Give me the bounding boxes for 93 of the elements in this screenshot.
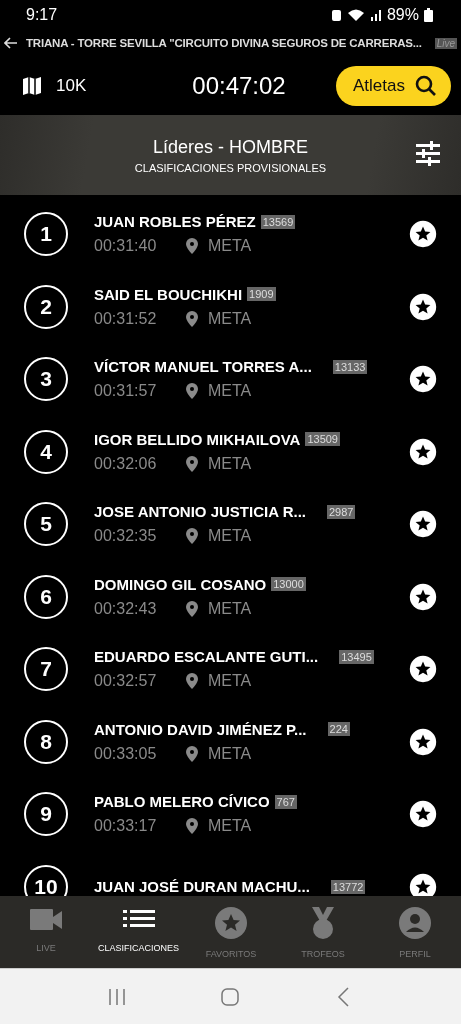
favorite-star-button[interactable] <box>409 655 437 684</box>
favorite-star-button[interactable] <box>409 292 437 321</box>
bib-number: 13000 <box>271 577 306 592</box>
position-circle: 7 <box>24 647 68 692</box>
favorite-star-button[interactable] <box>409 800 437 829</box>
leaders-title: Líderes - HOMBRE <box>152 136 308 158</box>
bib-number: 224 <box>327 722 350 737</box>
bib-number: 13569 <box>260 214 296 229</box>
leaders-subtitle: CLASIFICACIONES PROVISIONALES <box>134 161 327 174</box>
bib-number: 767 <box>274 794 297 809</box>
position-circle: 3 <box>24 357 68 402</box>
signal-icon <box>369 8 382 22</box>
location-pin-icon <box>186 528 198 545</box>
location-pin-icon <box>186 455 198 472</box>
finish-time: 00:33:17 <box>94 817 158 836</box>
bib-number: 13772 <box>330 879 366 894</box>
live-badge: Live <box>434 37 457 49</box>
finish-time: 00:32:57 <box>94 672 158 691</box>
nav-tab[interactable]: CLASIFICACIONES <box>92 896 186 968</box>
finish-time: 00:32:35 <box>94 527 158 546</box>
finish-time: 00:32:43 <box>94 599 158 618</box>
map-icon <box>22 75 42 96</box>
bib-number: 13133 <box>332 359 368 374</box>
position-circle: 6 <box>24 574 68 619</box>
athlete-name: JUAN JOSÉ DURAN MACHU... <box>94 878 310 896</box>
battery-icon <box>424 8 433 22</box>
position-circle: 8 <box>24 719 68 764</box>
favorite-star-button[interactable] <box>409 510 437 539</box>
location-pin-icon <box>186 818 198 835</box>
favorite-star-button[interactable] <box>409 582 437 611</box>
position-circle: 5 <box>24 502 68 547</box>
favorite-star-button[interactable] <box>409 365 437 394</box>
checkpoint-label: META <box>208 237 252 256</box>
bib-number: 13509 <box>305 432 340 447</box>
home-icon <box>220 986 241 1007</box>
checkpoint-label: META <box>208 672 252 691</box>
checkpoint-label: META <box>208 817 252 836</box>
star-icon <box>409 872 437 896</box>
finish-time: 00:33:05 <box>94 744 158 763</box>
sliders-icon <box>415 141 441 167</box>
athlete-name: PABLO MELERO CÍVICO <box>94 793 270 811</box>
battery-saver-icon <box>330 8 342 22</box>
position-circle: 1 <box>24 212 68 257</box>
back-arrow-icon <box>4 37 18 49</box>
favorite-star-button[interactable] <box>409 437 437 466</box>
finish-time: 00:31:40 <box>94 237 158 256</box>
bib-number: 1909 <box>247 287 276 302</box>
bib-number: 2987 <box>327 504 356 519</box>
event-title: TRIANA - TORRE SEVILLA "CIRCUITO DIVINA SEGUROS DE CARRERAS... <box>26 37 423 49</box>
athlete-name: IGOR BELLIDO MIKHAILOVA <box>94 430 301 448</box>
athlete-name: ANTONIO DAVID JIMÉNEZ P... <box>94 720 307 738</box>
checkpoint-label: META <box>208 527 252 546</box>
finish-time: 00:31:52 <box>94 309 158 328</box>
location-pin-icon <box>186 383 198 400</box>
favorite-star-button[interactable] <box>409 220 437 249</box>
checkpoint-label: META <box>208 382 252 401</box>
position-circle: 4 <box>24 429 68 474</box>
race-clock: 00:47:02 <box>191 71 287 100</box>
recent-apps-icon <box>106 986 127 1007</box>
finish-time: 00:31:57 <box>94 382 158 401</box>
checkpoint-label: META <box>208 309 252 328</box>
status-time: 9:17 <box>26 6 58 24</box>
checkpoint-label: META <box>208 744 252 763</box>
checkpoint-label: META <box>208 454 252 473</box>
position-circle: 2 <box>24 284 68 329</box>
athlete-name: JOSE ANTONIO JUSTICIA R... <box>94 503 306 521</box>
bib-number: 13495 <box>339 649 374 664</box>
location-pin-icon <box>186 238 198 255</box>
filter-button[interactable] <box>415 141 441 167</box>
athlete-name: VÍCTOR MANUEL TORRES A... <box>94 358 312 376</box>
nav-tab[interactable]: TROFEOS <box>277 896 370 968</box>
favorite-star-button[interactable] <box>409 872 437 896</box>
location-pin-icon <box>186 673 198 690</box>
finish-time: 00:32:06 <box>94 454 158 473</box>
position-circle: 9 <box>24 792 68 837</box>
search-icon <box>415 74 437 97</box>
athlete-name: JUAN ROBLES PÉREZ <box>94 213 256 231</box>
nav-tab[interactable]: FAVORITOS <box>185 896 278 968</box>
wifi-icon <box>346 8 365 22</box>
location-pin-icon <box>186 310 198 327</box>
battery-level: 89% <box>386 6 419 24</box>
athlete-name: EDUARDO ESCALANTE GUTI... <box>94 648 319 666</box>
favorite-star-button[interactable] <box>409 727 437 756</box>
nav-tab[interactable]: LIVE <box>0 896 92 968</box>
athletes-search-button[interactable]: Atletas <box>336 65 451 106</box>
distance-label: 10K <box>56 75 87 96</box>
nav-tab[interactable]: PERFIL <box>369 896 461 968</box>
athlete-name: DOMINGO GIL COSANO <box>94 575 267 593</box>
location-pin-icon <box>186 745 198 762</box>
location-pin-icon <box>186 600 198 617</box>
profile-icon <box>398 906 433 940</box>
checkpoint-label: META <box>208 599 252 618</box>
athlete-name: SAID EL BOUCHIKHI <box>94 285 243 303</box>
